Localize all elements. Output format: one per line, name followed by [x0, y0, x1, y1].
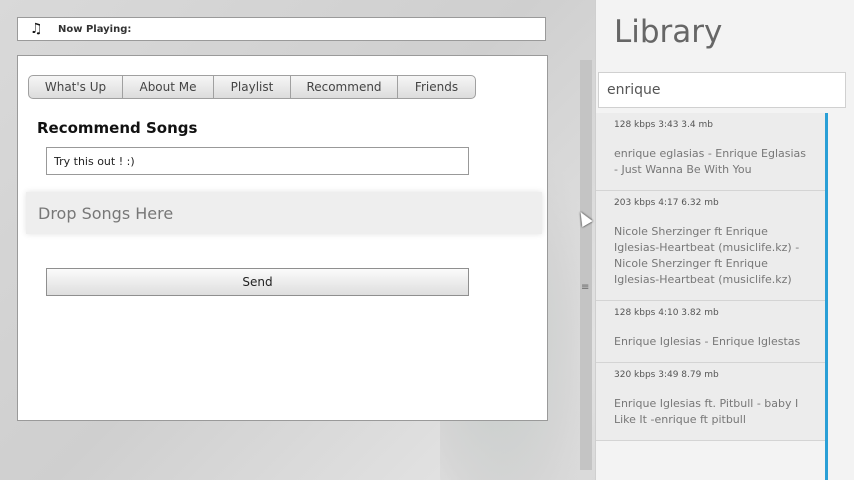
- tab-recommend[interactable]: Recommend: [291, 76, 398, 98]
- tab-bar: What's Up About Me Playlist Recommend Fr…: [28, 75, 476, 99]
- list-item[interactable]: 128 kbps 3:43 3.4 mb enrique eglasias - …: [596, 113, 825, 191]
- tab-whats-up[interactable]: What's Up: [29, 76, 123, 98]
- song-title: Enrique Iglesias - Enrique Iglestas: [614, 335, 801, 348]
- song-meta: 203 kbps 4:17 6.32 mb: [614, 198, 719, 208]
- splitter-grip-icon[interactable]: ≡: [581, 282, 589, 293]
- tab-playlist[interactable]: Playlist: [214, 76, 291, 98]
- now-playing-label: Now Playing:: [58, 23, 132, 35]
- song-meta: 128 kbps 3:43 3.4 mb: [614, 120, 713, 130]
- list-item[interactable]: 128 kbps 4:10 3.82 mb Enrique Iglesias -…: [596, 301, 825, 363]
- send-button[interactable]: Send: [46, 268, 469, 296]
- list-item[interactable]: 203 kbps 4:17 6.32 mb Nicole Sherzinger …: [596, 191, 825, 301]
- message-input[interactable]: [46, 147, 469, 175]
- song-meta: 320 kbps 3:49 8.79 mb: [614, 370, 719, 380]
- drop-zone[interactable]: Drop Songs Here: [26, 192, 542, 234]
- song-title: Nicole Sherzinger ft Enrique Iglesias-He…: [614, 225, 800, 286]
- tab-about-me[interactable]: About Me: [123, 76, 214, 98]
- song-title: enrique eglasias - Enrique Eglasias - Ju…: [614, 147, 807, 176]
- library-search-input[interactable]: [598, 72, 846, 108]
- song-title: Enrique Iglesias ft. Pitbull - baby I Li…: [614, 397, 799, 426]
- tab-friends[interactable]: Friends: [398, 76, 475, 98]
- now-playing-bar: ♫ Now Playing:: [17, 17, 546, 41]
- library-title: Library: [614, 14, 723, 50]
- panel-splitter[interactable]: [580, 60, 592, 470]
- music-note-icon: ♫: [30, 21, 43, 37]
- list-item[interactable]: 320 kbps 3:49 8.79 mb Enrique Iglesias f…: [596, 363, 825, 441]
- main-panel: What's Up About Me Playlist Recommend Fr…: [17, 55, 548, 421]
- recommend-heading: Recommend Songs: [37, 119, 198, 137]
- song-meta: 128 kbps 4:10 3.82 mb: [614, 308, 719, 318]
- library-panel: Library 128 kbps 3:43 3.4 mb enrique egl…: [595, 0, 854, 480]
- library-results-list[interactable]: 128 kbps 3:43 3.4 mb enrique eglasias - …: [596, 113, 828, 480]
